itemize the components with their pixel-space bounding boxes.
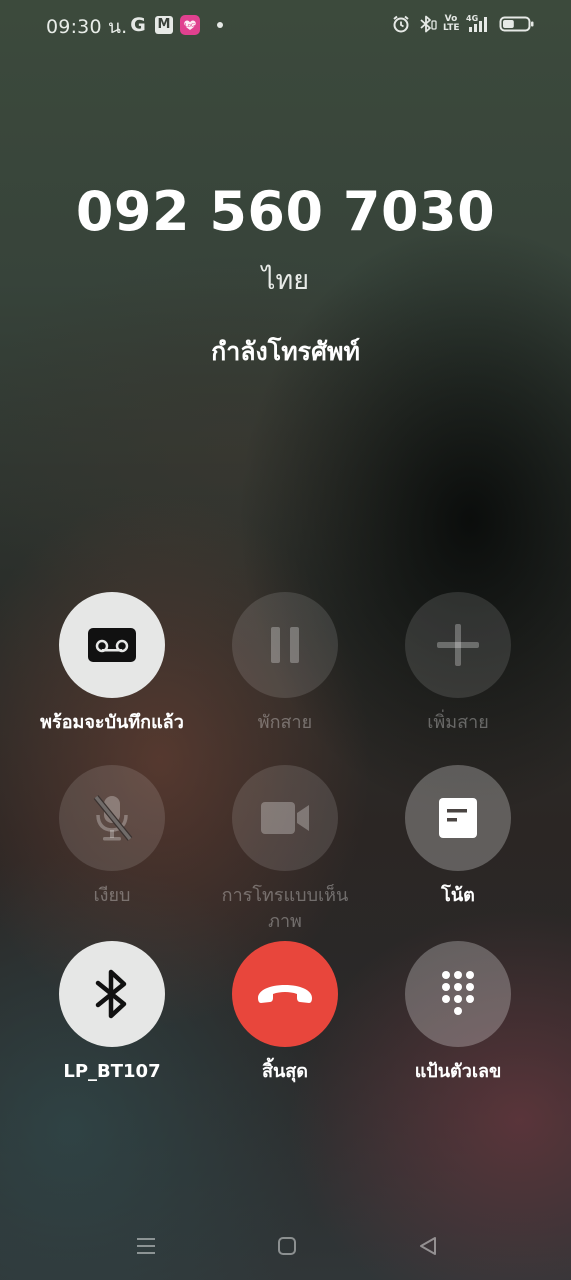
system-icons: Vo LTE 4G — [391, 14, 535, 34]
status-time: 09:30 น. — [46, 16, 128, 38]
svg-text:4G: 4G — [466, 14, 478, 23]
add-call-button[interactable] — [405, 592, 511, 698]
video-call-button[interactable] — [232, 765, 338, 871]
notes-label: โน้ต — [441, 885, 475, 906]
battery-icon — [499, 14, 535, 34]
more-notifications-dot-icon — [217, 22, 223, 28]
app-notification-icon: LoG — [180, 15, 200, 35]
bluetooth-control[interactable]: LP_BT107 — [22, 941, 202, 1085]
gmail-icon: M — [155, 16, 173, 34]
alarm-icon — [391, 14, 411, 34]
keypad-control[interactable]: แป้นตัวเลข — [368, 941, 548, 1085]
hold-button[interactable] — [232, 592, 338, 698]
back-button[interactable] — [414, 1232, 442, 1260]
record-label: พร้อมจะบันทึกแล้ว — [40, 712, 184, 733]
status-bar: 09:30 น. G M LoG Vo LTE 4G — [0, 0, 571, 52]
pause-icon — [271, 627, 299, 663]
add-call-label: เพิ่มสาย — [427, 712, 489, 733]
navigation-bar — [0, 1218, 571, 1272]
mute-label: เงียบ — [93, 885, 131, 906]
keypad-label: แป้นตัวเลข — [414, 1061, 502, 1082]
hold-control[interactable]: พักสาย — [195, 592, 375, 736]
4g-signal-icon: 4G — [465, 14, 493, 34]
end-call-button[interactable] — [232, 941, 338, 1047]
notes-control[interactable]: โน้ต — [368, 765, 548, 909]
caller-location: ไทย — [261, 265, 310, 296]
notes-button[interactable] — [405, 765, 511, 871]
recent-apps-button[interactable] — [132, 1232, 160, 1260]
mute-button[interactable] — [59, 765, 165, 871]
volte-icon: Vo LTE — [443, 14, 460, 33]
video-call-label: การโทรแบบเห็นภาพ — [221, 885, 349, 932]
bluetooth-icon — [95, 969, 127, 1019]
note-icon — [439, 798, 477, 838]
end-call-control[interactable]: สิ้นสุด — [195, 941, 375, 1085]
mic-off-icon — [93, 795, 133, 841]
phone-hangup-icon — [258, 985, 312, 1003]
caller-number: 092 560 7030 — [75, 180, 496, 243]
record-control[interactable]: พร้อมจะบันทึกแล้ว — [22, 592, 202, 736]
call-status: กำลังโทรศัพท์ — [211, 337, 360, 366]
google-icon: G — [130, 14, 146, 36]
cassette-icon — [88, 628, 136, 662]
bluetooth-audio-button[interactable] — [59, 941, 165, 1047]
svg-text:LoG: LoG — [185, 23, 196, 29]
record-button[interactable] — [59, 592, 165, 698]
mute-control[interactable]: เงียบ — [22, 765, 202, 909]
home-button[interactable] — [273, 1232, 301, 1260]
hold-label: พักสาย — [257, 712, 313, 733]
notification-icons: G M LoG — [128, 14, 223, 36]
keypad-button[interactable] — [405, 941, 511, 1047]
home-icon — [278, 1237, 296, 1255]
back-icon — [420, 1237, 436, 1255]
plus-icon — [437, 624, 479, 666]
dialpad-icon — [442, 971, 474, 1015]
video-camera-icon — [261, 802, 309, 834]
video-call-control[interactable]: การโทรแบบเห็นภาพ — [195, 765, 375, 935]
end-call-label: สิ้นสุด — [262, 1061, 308, 1082]
menu-icon — [137, 1238, 155, 1254]
bluetooth-device-label: LP_BT107 — [63, 1061, 161, 1082]
bluetooth-icon — [417, 14, 437, 34]
add-call-control[interactable]: เพิ่มสาย — [368, 592, 548, 736]
